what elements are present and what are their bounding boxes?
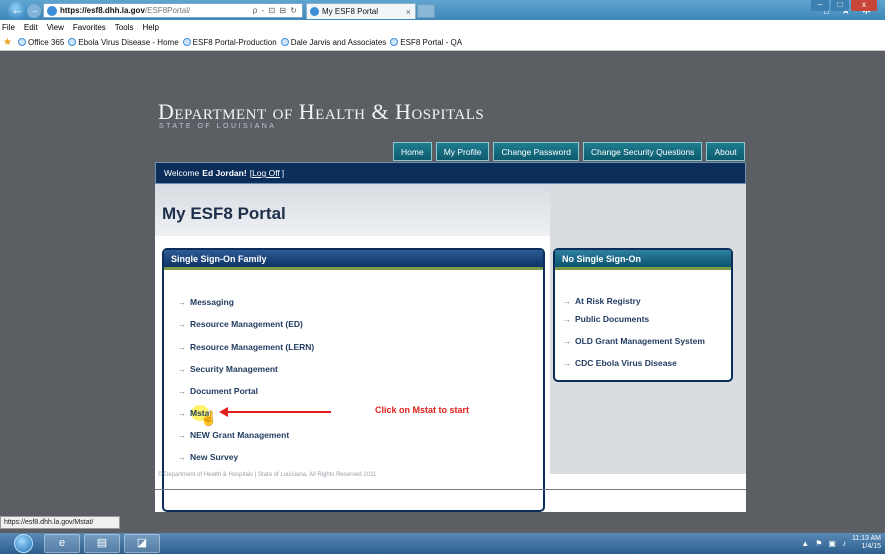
minimize-button[interactable]: – [811, 0, 829, 11]
favorite-esf8-qa[interactable]: ESF8 Portal - QA [390, 38, 462, 47]
back-button[interactable]: ← [8, 1, 27, 20]
sso-link-security-mgmt[interactable]: → Security Management [178, 364, 278, 374]
tab-close-icon[interactable]: × [406, 7, 411, 17]
arrow-bullet-icon: → [178, 364, 186, 374]
ie-page-icon [280, 38, 289, 46]
no-sso-box: No Single Sign-On → At Risk Registry → Pub… [553, 248, 733, 382]
favorites-star-icon[interactable]: ★ [3, 37, 12, 48]
favorite-office365[interactable]: Office 365 [17, 38, 64, 47]
main-content: My ESF8 Portal Single Sign-On Family → Me… [155, 184, 746, 512]
red-arrow-line [226, 411, 331, 413]
forward-button[interactable]: → [27, 4, 41, 18]
bracket-close: ] [281, 168, 285, 178]
top-navigation: Home My Profile Change Password Change S… [393, 142, 745, 161]
footer-copyright: © Department of Health & Hospitals | Sta… [158, 472, 377, 478]
arrow-bullet-icon: → [563, 296, 571, 306]
arrow-bullet-icon: → [178, 297, 186, 307]
nav-about[interactable]: About [706, 142, 745, 161]
welcome-prefix: Welcome [164, 168, 200, 178]
sso-link-messaging[interactable]: → Messaging [178, 297, 234, 307]
browser-titlebar: ← → https://esf8.dhh.la.gov /ESF8Portal/… [0, 0, 885, 20]
hand-cursor-icon: ☝ [200, 410, 218, 426]
site-icon [47, 5, 57, 16]
browser-status-bar: https://esf8.dhh.la.gov/Mstat/ [0, 516, 120, 529]
arrow-bullet-icon: → [563, 358, 571, 368]
maximize-button[interactable]: □ [831, 0, 849, 11]
new-tab-button[interactable] [417, 4, 435, 18]
sso-link-new-grant-mgmt[interactable]: → NEW Grant Management [178, 430, 289, 440]
department-subtitle: STATE OF LOUISIANA [159, 123, 277, 130]
menu-favorites[interactable]: Favorites [73, 23, 106, 32]
page-viewport: Department of Health & Hospitals STATE O… [0, 52, 885, 533]
clock-date: 1/4/15 [861, 543, 881, 550]
taskbar-app-icon[interactable]: ◪ [124, 534, 160, 553]
footer-divider [155, 489, 746, 490]
sso-link-new-survey[interactable]: → New Survey [178, 452, 238, 462]
flag-icon[interactable]: ⚑ [815, 539, 822, 548]
no-sso-link-at-risk-registry[interactable]: → At Risk Registry [563, 296, 641, 306]
menu-tools[interactable]: Tools [115, 23, 134, 32]
sso-link-resource-mgmt-lern[interactable]: → Resource Management (LERN) [178, 342, 314, 352]
start-button-icon[interactable] [14, 534, 33, 553]
nav-my-profile[interactable]: My Profile [435, 142, 490, 161]
taskbar-ie-icon[interactable]: e [44, 534, 80, 553]
arrow-bullet-icon: → [563, 336, 571, 346]
ie-page-icon [17, 38, 26, 46]
logoff-link[interactable]: Log Off [252, 168, 280, 178]
department-title: Department of Health & Hospitals [158, 99, 485, 124]
window-controls: – □ x [811, 0, 877, 11]
menu-file[interactable]: File [2, 23, 15, 32]
network-icon[interactable]: ▣ [828, 539, 836, 548]
arrow-bullet-icon: → [178, 408, 186, 418]
page-title: My ESF8 Portal [162, 204, 286, 223]
tray-arrow-icon[interactable]: ▲ [801, 539, 809, 548]
menu-edit[interactable]: Edit [24, 23, 38, 32]
arrow-bullet-icon: → [563, 314, 571, 324]
address-path: /ESF8Portal/ [144, 6, 191, 15]
no-sso-link-cdc-ebola[interactable]: → CDC Ebola Virus Disease [563, 358, 677, 368]
sso-family-header: Single Sign-On Family [164, 250, 543, 270]
nav-home[interactable]: Home [393, 142, 432, 161]
welcome-bar: Welcome Ed Jordan! [ Log Off ] [155, 162, 746, 184]
sso-link-resource-mgmt-ed[interactable]: → Resource Management (ED) [178, 319, 303, 329]
clock-time: 11:13 AM [851, 535, 881, 542]
favorite-esf8-production[interactable]: ESF8 Portal-Production [182, 38, 277, 47]
arrow-bullet-icon: → [178, 386, 186, 396]
ie-page-icon [68, 38, 77, 46]
favorite-dale-jarvis[interactable]: Dale Jarvis and Associates [280, 38, 386, 47]
annotation-text: Click on Mstat to start [375, 405, 470, 415]
sso-link-document-portal[interactable]: → Document Portal [178, 386, 258, 396]
nav-change-password[interactable]: Change Password [493, 142, 579, 161]
menu-view[interactable]: View [47, 23, 64, 32]
tab-favicon-icon [310, 7, 319, 16]
close-window-button[interactable]: x [851, 0, 877, 11]
address-host: https://esf8.dhh.la.gov [60, 6, 145, 15]
volume-icon[interactable]: ♪ [842, 539, 846, 548]
arrow-bullet-icon: → [178, 342, 186, 352]
clock[interactable]: 11:13 AM 1/4/15 [852, 535, 881, 551]
no-sso-header: No Single Sign-On [555, 250, 731, 270]
ie-page-icon [390, 38, 399, 46]
tab-title: My ESF8 Portal [322, 7, 379, 16]
system-tray: ▲ ⚑ ▣ ♪ 11:13 AM 1/4/15 [801, 535, 881, 551]
menu-help[interactable]: Help [142, 23, 158, 32]
menu-bar: File Edit View Favorites Tools Help [0, 20, 885, 34]
no-sso-link-public-documents[interactable]: → Public Documents [563, 314, 649, 324]
arrow-bullet-icon: → [178, 452, 186, 462]
arrow-bullet-icon: → [178, 430, 186, 440]
address-bar[interactable]: https://esf8.dhh.la.gov /ESF8Portal/ ρ -… [43, 3, 303, 18]
ie-page-icon [182, 38, 191, 46]
windows-taskbar: e ▤ ◪ ▲ ⚑ ▣ ♪ 11:13 AM 1/4/15 [0, 533, 885, 554]
welcome-user: Ed Jordan! [202, 168, 247, 178]
arrow-bullet-icon: → [178, 319, 186, 329]
nav-change-security-questions[interactable]: Change Security Questions [582, 142, 703, 161]
address-tools-icons[interactable]: ρ - ⊡ ⊟ ↻ [253, 6, 298, 15]
browser-tab[interactable]: My ESF8 Portal × [306, 3, 416, 19]
favorite-ebola[interactable]: Ebola Virus Disease - Home [68, 38, 179, 47]
no-sso-link-old-grant-mgmt[interactable]: → OLD Grant Management System [563, 336, 705, 346]
favorites-bar: ★ Office 365 Ebola Virus Disease - Home … [0, 34, 885, 51]
taskbar-explorer-icon[interactable]: ▤ [84, 534, 120, 553]
